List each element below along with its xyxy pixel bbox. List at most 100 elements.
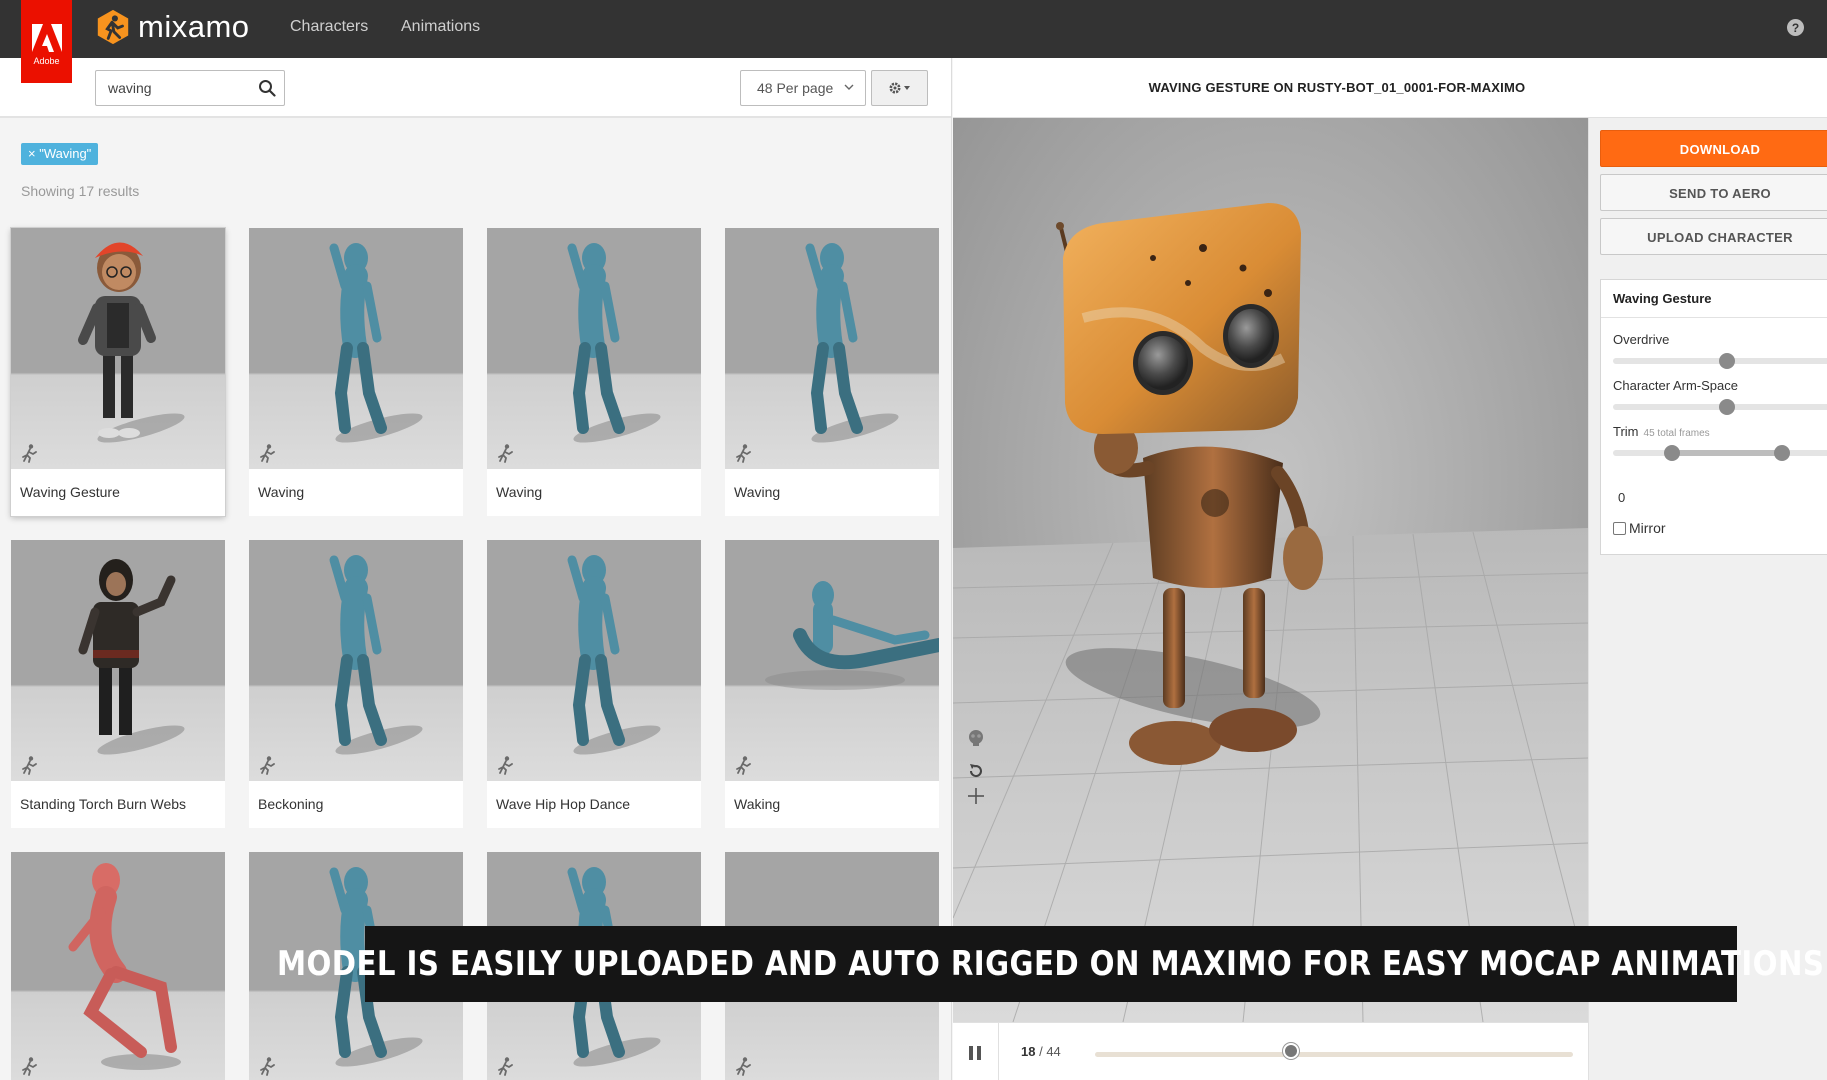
- results-count: Showing 17 results: [21, 183, 140, 199]
- animation-thumbnail[interactable]: [11, 228, 225, 469]
- animation-card[interactable]: Waving Gesture: [11, 228, 225, 516]
- animation-card-label: Waving: [734, 484, 781, 500]
- adobe-logo[interactable]: Adobe: [21, 0, 72, 83]
- motion-icon: [498, 756, 513, 775]
- motion-icon: [498, 1057, 513, 1076]
- animation-thumbnail[interactable]: [487, 228, 701, 469]
- motion-icon: [22, 444, 37, 463]
- animation-card-label: Standing Torch Burn Webs: [20, 796, 187, 812]
- trim-end-knob[interactable]: [1773, 445, 1790, 461]
- animation-card-label: Waving Gesture: [20, 484, 120, 500]
- animation-thumbnail[interactable]: [725, 228, 939, 469]
- help-icon[interactable]: ?: [1787, 19, 1804, 36]
- per-page-value: 48 Per page: [757, 80, 834, 96]
- character-figure: [567, 243, 661, 443]
- nav-animations[interactable]: Animations: [401, 18, 480, 36]
- mirror-option[interactable]: Mirror: [1613, 520, 1666, 536]
- download-button[interactable]: DOWNLOAD: [1600, 130, 1827, 167]
- send-to-aero-button[interactable]: SEND TO AERO: [1600, 174, 1827, 211]
- gear-icon: [889, 82, 910, 94]
- animation-card-label: Waking: [734, 796, 781, 812]
- frame-counter: 18 / 44: [1021, 1044, 1061, 1059]
- mixamo-logo-icon: [97, 9, 129, 45]
- character-figure: [78, 559, 185, 755]
- current-frame: 18: [1021, 1044, 1036, 1059]
- move-icon[interactable]: [966, 786, 986, 806]
- mirror-checkbox[interactable]: [1613, 521, 1626, 535]
- character-figure: [329, 555, 423, 755]
- playback-bar: 18 / 44: [953, 1022, 1588, 1080]
- per-page-select[interactable]: 48 Per page: [740, 70, 866, 106]
- character-figure: [329, 243, 423, 443]
- arm-space-slider-knob[interactable]: [1719, 399, 1735, 415]
- animation-card[interactable]: Waving: [249, 228, 463, 516]
- chevron-down-icon: [844, 84, 854, 90]
- mixamo-logo[interactable]: mixamo: [94, 8, 250, 46]
- frame-separator: /: [1035, 1044, 1047, 1059]
- motion-icon: [22, 756, 37, 775]
- search-toolbar: 48 Per page: [0, 58, 951, 118]
- playbar-divider: [998, 1023, 999, 1080]
- animation-card[interactable]: Waving: [487, 228, 701, 516]
- animation-card[interactable]: Waking: [725, 540, 939, 828]
- motion-icon: [736, 444, 751, 463]
- pause-icon[interactable]: [968, 1045, 982, 1061]
- animation-card-label: Waving: [496, 484, 543, 500]
- skeleton-icon[interactable]: [966, 728, 986, 748]
- search-input[interactable]: [96, 71, 256, 105]
- viewer-header: WAVING GESTURE ON RUSTY-BOT_01_0001-FOR-…: [953, 58, 1827, 118]
- total-frames: 44: [1046, 1044, 1061, 1059]
- character-viewport[interactable]: [953, 118, 1588, 1022]
- animation-card[interactable]: [11, 852, 225, 1080]
- animation-card-label: Waving: [258, 484, 305, 500]
- animation-thumbnail[interactable]: [725, 540, 939, 781]
- nav-characters[interactable]: Characters: [290, 18, 368, 36]
- animation-card[interactable]: Waving: [725, 228, 939, 516]
- panel-divider: [1601, 317, 1827, 318]
- character-figure: [805, 243, 899, 443]
- viewer-title: WAVING GESTURE ON RUSTY-BOT_01_0001-FOR-…: [1148, 80, 1526, 95]
- motion-icon: [260, 756, 275, 775]
- overdrive-label: Overdrive: [1613, 332, 1670, 347]
- trim-label-text: Trim: [1613, 424, 1639, 439]
- animation-card[interactable]: Standing Torch Burn Webs: [11, 540, 225, 828]
- trim-value: 0: [1618, 490, 1626, 505]
- adobe-logo-icon: [31, 23, 62, 52]
- animation-card-label: Beckoning: [258, 796, 324, 812]
- settings-panel-title: Waving Gesture: [1613, 291, 1712, 306]
- animation-card[interactable]: Wave Hip Hop Dance: [487, 540, 701, 828]
- character-figure: [567, 555, 661, 755]
- reset-camera-icon[interactable]: [966, 761, 986, 781]
- top-bar: mixamo Characters Animations ?: [0, 0, 1827, 58]
- animation-card-label: Wave Hip Hop Dance: [496, 796, 631, 812]
- trim-range-fill: [1672, 450, 1782, 456]
- motion-icon: [260, 1057, 275, 1076]
- character-figure: [68, 863, 181, 1070]
- animation-thumbnail[interactable]: [249, 228, 463, 469]
- timeline-track[interactable]: [1095, 1052, 1573, 1057]
- motion-icon: [22, 1057, 37, 1076]
- animation-thumbnail[interactable]: [249, 540, 463, 781]
- timeline-scrubber[interactable]: [1282, 1043, 1299, 1059]
- brand-name: mixamo: [138, 9, 250, 44]
- settings-dropdown-button[interactable]: [871, 70, 928, 106]
- character-figure: [78, 242, 185, 443]
- search-box[interactable]: [95, 70, 285, 106]
- upload-character-button[interactable]: UPLOAD CHARACTER: [1600, 218, 1827, 255]
- trim-label: Trim 45 total frames: [1613, 424, 1710, 439]
- animation-card[interactable]: Beckoning: [249, 540, 463, 828]
- character-figure: [765, 581, 939, 690]
- trim-start-knob[interactable]: [1664, 445, 1681, 461]
- mirror-label: Mirror: [1629, 520, 1666, 536]
- motion-icon: [498, 444, 513, 463]
- motion-icon: [736, 1057, 751, 1076]
- filter-tag-waving[interactable]: × "Waving": [21, 143, 99, 165]
- search-icon[interactable]: [258, 79, 276, 97]
- animation-settings-panel: Waving Gesture Overdrive Character Arm-S…: [1600, 279, 1827, 555]
- overdrive-slider-knob[interactable]: [1719, 353, 1735, 369]
- animation-thumbnail[interactable]: [487, 540, 701, 781]
- animation-thumbnail[interactable]: [11, 852, 225, 1080]
- caption-text: MODEL IS EASILY UPLOADED AND AUTO RIGGED…: [277, 944, 1825, 984]
- adobe-badge-text: Adobe: [33, 55, 60, 66]
- animation-thumbnail[interactable]: [11, 540, 225, 781]
